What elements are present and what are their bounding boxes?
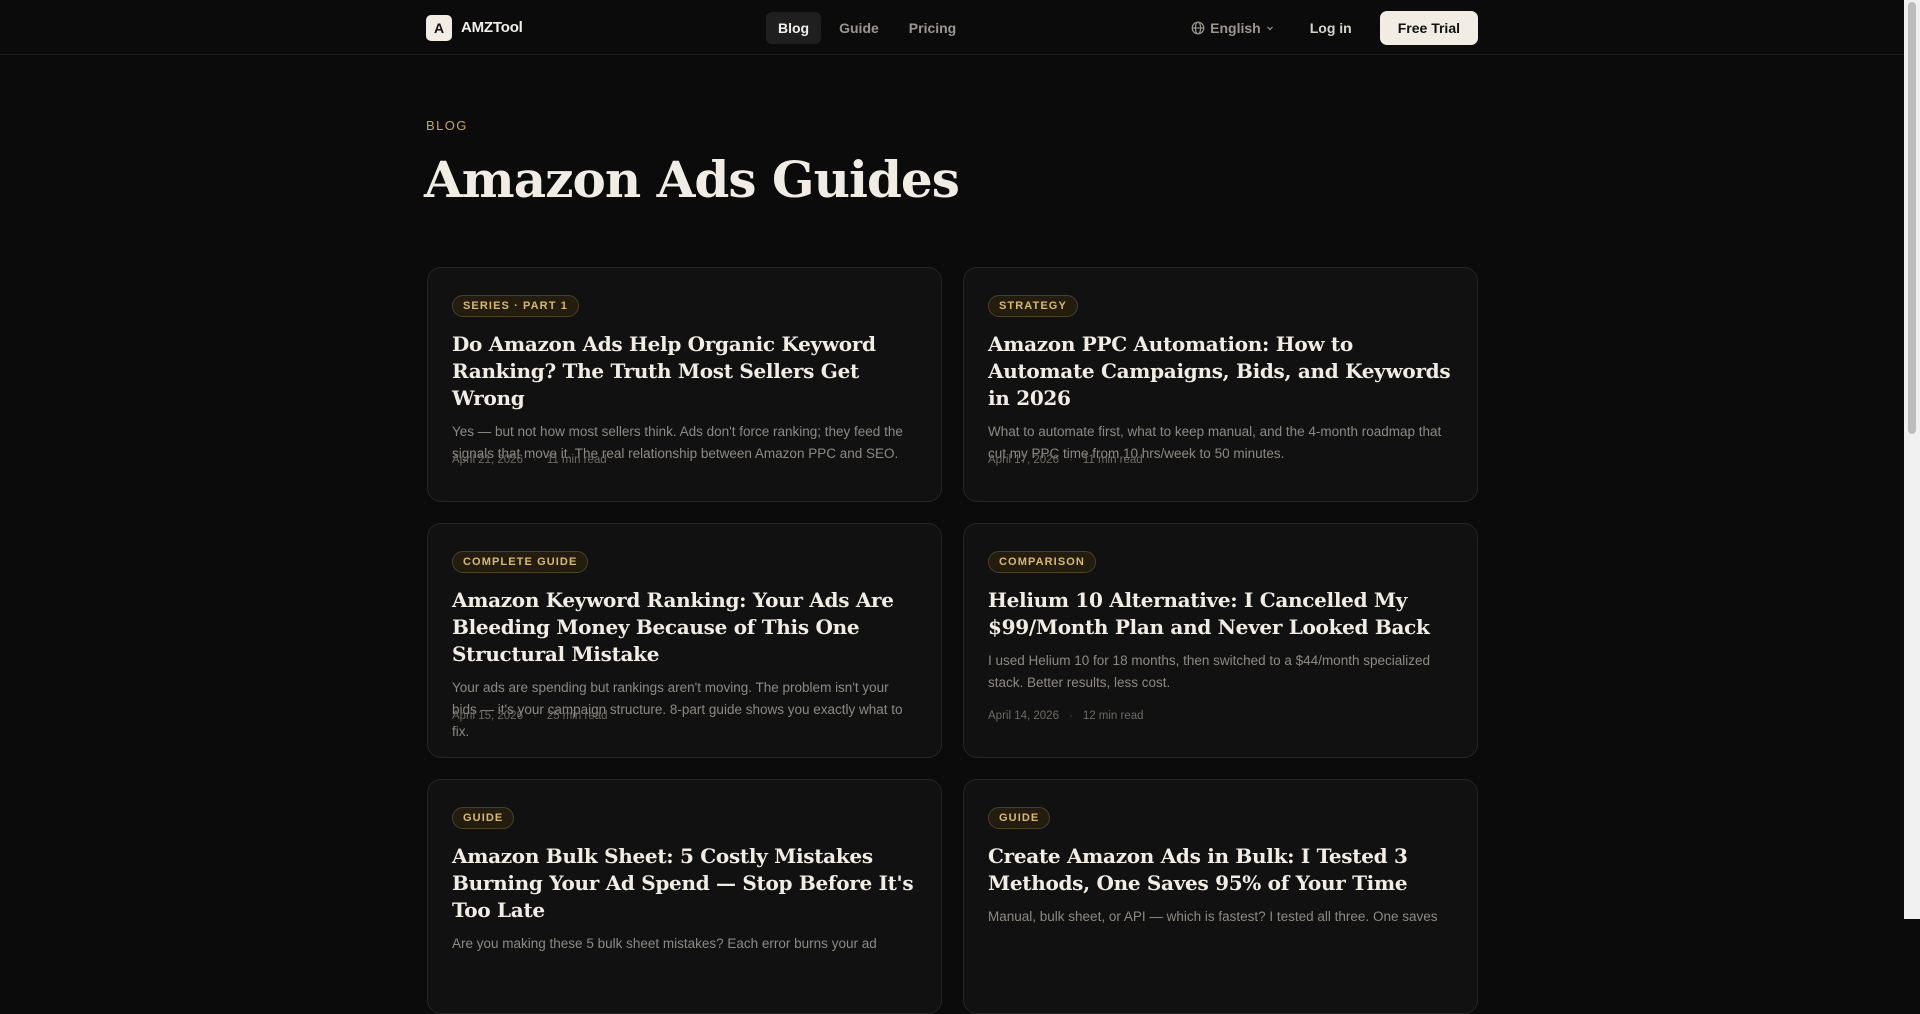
nav-link-guide[interactable]: Guide [827, 12, 891, 44]
post-read-time: 25 min read [546, 710, 608, 722]
nav-link-blog[interactable]: Blog [766, 12, 822, 44]
post-title[interactable]: Amazon Keyword Ranking: Your Ads Are Ble… [452, 587, 917, 668]
post-meta: April 15, 2026 · 25 min read [452, 710, 608, 722]
post-description: I used Helium 10 for 18 months, then swi… [988, 653, 1430, 690]
post-date: April 15, 2026 [452, 710, 523, 722]
post-card[interactable]: COMPLETE GUIDE Amazon Keyword Ranking: Y… [427, 523, 942, 758]
post-read-time: 11 min read [1082, 454, 1143, 466]
logo-icon: A [426, 14, 452, 41]
post-card[interactable]: SERIES · PART 1 Do Amazon Ads Help Organ… [427, 267, 942, 502]
globe-icon [1191, 21, 1205, 35]
post-title[interactable]: Amazon Bulk Sheet: 5 Costly Mistakes Bur… [452, 843, 917, 924]
post-title[interactable]: Do Amazon Ads Help Organic Keyword Ranki… [452, 331, 917, 412]
post-card[interactable]: GUIDE Create Amazon Ads in Bulk: I Teste… [963, 779, 1478, 1014]
post-grid: SERIES · PART 1 Do Amazon Ads Help Organ… [427, 267, 1479, 1014]
page-eyebrow: BLOG [426, 118, 468, 133]
meta-separator: · [532, 710, 537, 722]
navbar-inner: A AMZTool Blog Guide Pricing English Log… [426, 0, 1478, 55]
nav-right: English Log in Free Trial [1191, 11, 1478, 45]
nav-link-pricing[interactable]: Pricing [897, 12, 968, 44]
post-read-time: 11 min read [546, 454, 607, 466]
top-navbar: A AMZTool Blog Guide Pricing English Log… [0, 0, 1904, 55]
post-title[interactable]: Helium 10 Alternative: I Cancelled My $9… [988, 587, 1453, 641]
post-card[interactable]: GUIDE Amazon Bulk Sheet: 5 Costly Mistak… [427, 779, 942, 1014]
post-date: April 14, 2026 [988, 710, 1059, 722]
login-link[interactable]: Log in [1310, 20, 1352, 36]
page-title: Amazon Ads Guides [424, 150, 960, 209]
scrollbar-thumb[interactable] [1908, 2, 1916, 434]
post-date: April 21, 2026 [452, 454, 523, 466]
page-scrollbar[interactable] [1904, 0, 1920, 919]
post-tag: COMPARISON [988, 551, 1096, 573]
meta-separator: · [1068, 454, 1073, 466]
post-meta: April 21, 2026 · 11 min read [452, 454, 607, 466]
nav-links: Blog Guide Pricing [766, 12, 968, 44]
post-card[interactable]: COMPARISON Helium 10 Alternative: I Canc… [963, 523, 1478, 758]
language-label: English [1210, 20, 1261, 36]
post-tag: STRATEGY [988, 295, 1078, 317]
post-tag: GUIDE [988, 807, 1051, 829]
language-selector[interactable]: English [1191, 20, 1274, 36]
post-title[interactable]: Create Amazon Ads in Bulk: I Tested 3 Me… [988, 843, 1453, 897]
post-read-time: 12 min read [1082, 710, 1144, 722]
free-trial-button[interactable]: Free Trial [1379, 11, 1478, 45]
brand-link[interactable]: A AMZTool [426, 14, 523, 41]
post-description: Are you making these 5 bulk sheet mistak… [452, 936, 877, 951]
meta-separator: · [532, 454, 537, 466]
chevron-down-icon [1266, 26, 1273, 31]
brand-name: AMZTool [461, 19, 523, 36]
post-meta: April 17, 2026 · 11 min read [988, 454, 1143, 466]
post-title[interactable]: Amazon PPC Automation: How to Automate C… [988, 331, 1453, 412]
post-tag: COMPLETE GUIDE [452, 551, 589, 573]
post-tag: GUIDE [452, 807, 515, 829]
post-date: April 17, 2026 [988, 454, 1059, 466]
meta-separator: · [1068, 710, 1073, 722]
post-card[interactable]: STRATEGY Amazon PPC Automation: How to A… [963, 267, 1478, 502]
post-tag: SERIES · PART 1 [452, 295, 579, 317]
post-description: Manual, bulk sheet, or API — which is fa… [988, 909, 1438, 924]
post-meta: April 14, 2026 · 12 min read [988, 710, 1144, 722]
